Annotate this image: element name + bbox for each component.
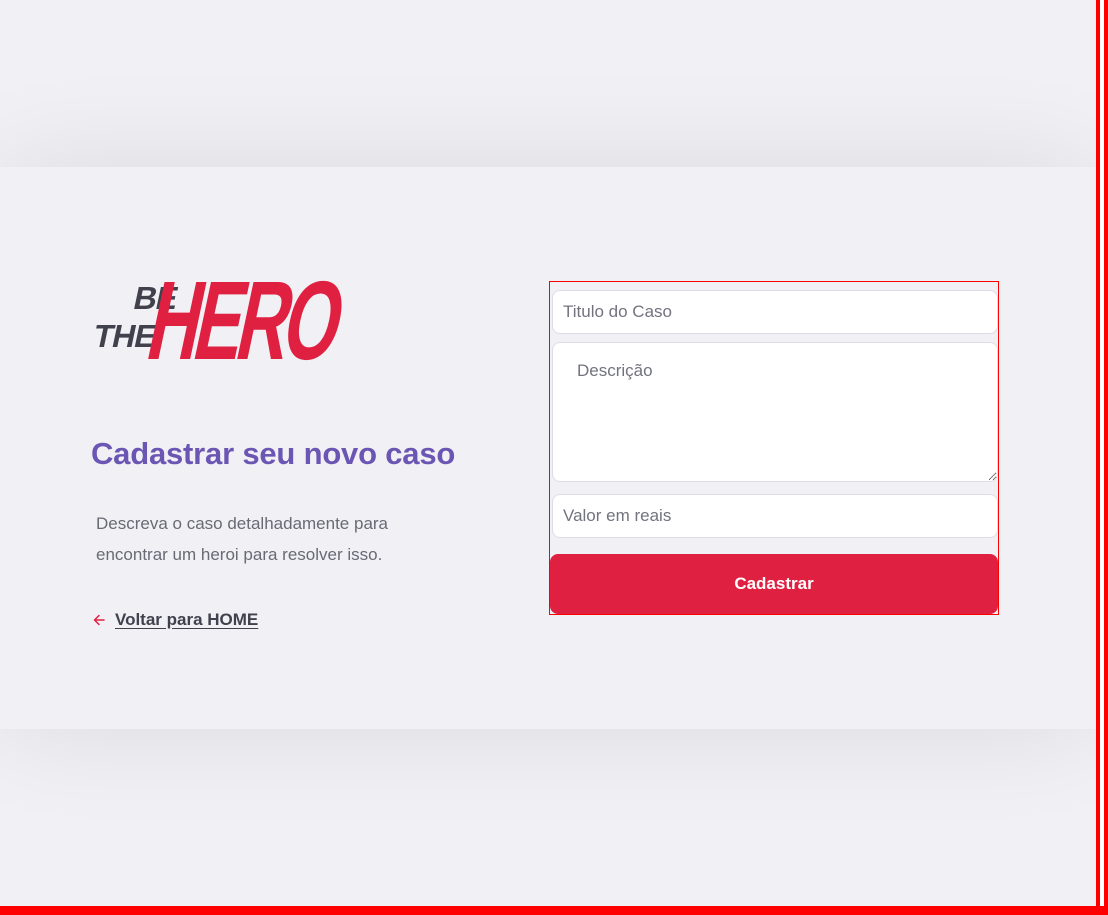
case-title-input[interactable] <box>552 290 998 334</box>
page-description: Descreva o caso detalhadamente para enco… <box>96 514 389 564</box>
back-home-link[interactable]: Voltar para HOME <box>91 610 258 630</box>
new-incident-form: Cadastrar <box>549 281 999 615</box>
frame-border-bottom <box>0 906 1108 915</box>
case-description-textarea[interactable] <box>552 342 998 482</box>
page-title: Cadastrar seu novo caso <box>91 436 456 471</box>
be-the-hero-logo: BE THE HERO <box>90 262 344 372</box>
arrow-left-icon <box>93 614 105 626</box>
frame-border-right <box>1096 0 1108 915</box>
register-button[interactable]: Cadastrar <box>550 554 998 614</box>
back-home-label: Voltar para HOME <box>115 610 259 629</box>
case-value-input[interactable] <box>552 494 998 538</box>
logo-word: HERO <box>138 262 344 372</box>
